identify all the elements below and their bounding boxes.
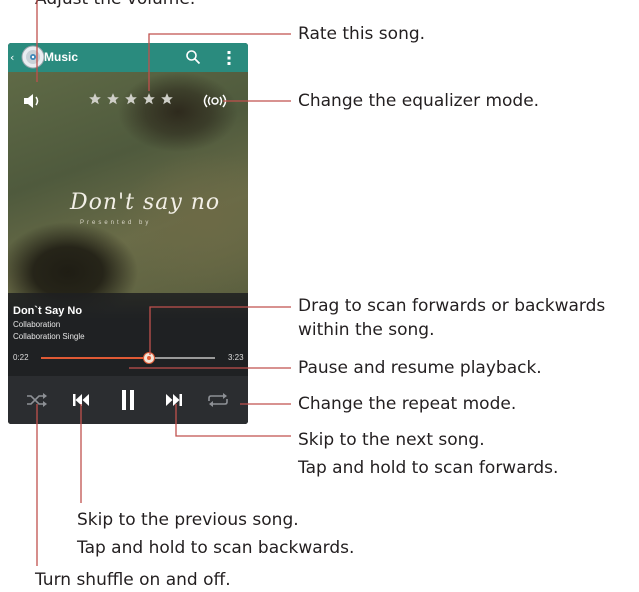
star-icon[interactable]: [160, 92, 174, 106]
album-art-subtitle: Presented by: [80, 220, 152, 226]
rating-stars[interactable]: [88, 92, 174, 106]
callout-volume: Adjust the volume.: [35, 0, 195, 11]
star-icon[interactable]: [88, 92, 102, 106]
previous-icon[interactable]: [68, 388, 94, 412]
callout-rate: Rate this song.: [298, 24, 426, 44]
callout-equalizer: Change the equalizer mode.: [298, 91, 540, 111]
song-artist: Collaboration: [13, 320, 61, 329]
star-icon[interactable]: [106, 92, 120, 106]
repeat-icon[interactable]: [205, 388, 231, 412]
music-disc-icon[interactable]: [21, 45, 45, 69]
seek-thumb[interactable]: [142, 352, 155, 364]
seek-bar-progress: [41, 357, 149, 359]
seek-bar[interactable]: [41, 352, 215, 364]
shuffle-icon[interactable]: [24, 388, 50, 412]
equalizer-icon[interactable]: [201, 93, 229, 109]
action-bar: ‹ Music: [8, 43, 248, 72]
callout-pause: Pause and resume playback.: [298, 358, 542, 378]
callout-prev-line2: Tap and hold to scan backwards.: [77, 538, 355, 558]
volume-icon[interactable]: [22, 92, 44, 110]
current-time: 0:22: [13, 353, 29, 362]
album-art-title: Don't say no: [70, 190, 221, 215]
overflow-menu-icon[interactable]: [226, 50, 232, 66]
search-icon[interactable]: [185, 49, 201, 65]
next-icon[interactable]: [161, 388, 187, 412]
back-chevron-icon[interactable]: ‹: [10, 51, 14, 64]
music-player-screen: ‹ Music Don't say no Presented by Don`t …: [8, 43, 248, 424]
callout-shuffle: Turn shuffle on and off.: [35, 570, 231, 590]
song-title: Don`t Say No: [13, 305, 83, 317]
star-icon[interactable]: [124, 92, 138, 106]
pause-icon[interactable]: [115, 388, 141, 412]
callout-seek-line2: within the song.: [298, 320, 435, 340]
playback-controls: [8, 376, 248, 424]
app-title: Music: [44, 50, 79, 64]
star-icon[interactable]: [142, 92, 156, 106]
total-time: 3:23: [228, 353, 244, 362]
callout-repeat: Change the repeat mode.: [298, 394, 517, 414]
callout-seek-line1: Drag to scan forwards or backwards: [298, 296, 606, 316]
callout-next-line2: Tap and hold to scan forwards.: [298, 458, 559, 478]
callout-prev-line1: Skip to the previous song.: [77, 510, 299, 530]
song-album: Collaboration Single: [13, 332, 85, 341]
callout-next-line1: Skip to the next song.: [298, 430, 485, 450]
